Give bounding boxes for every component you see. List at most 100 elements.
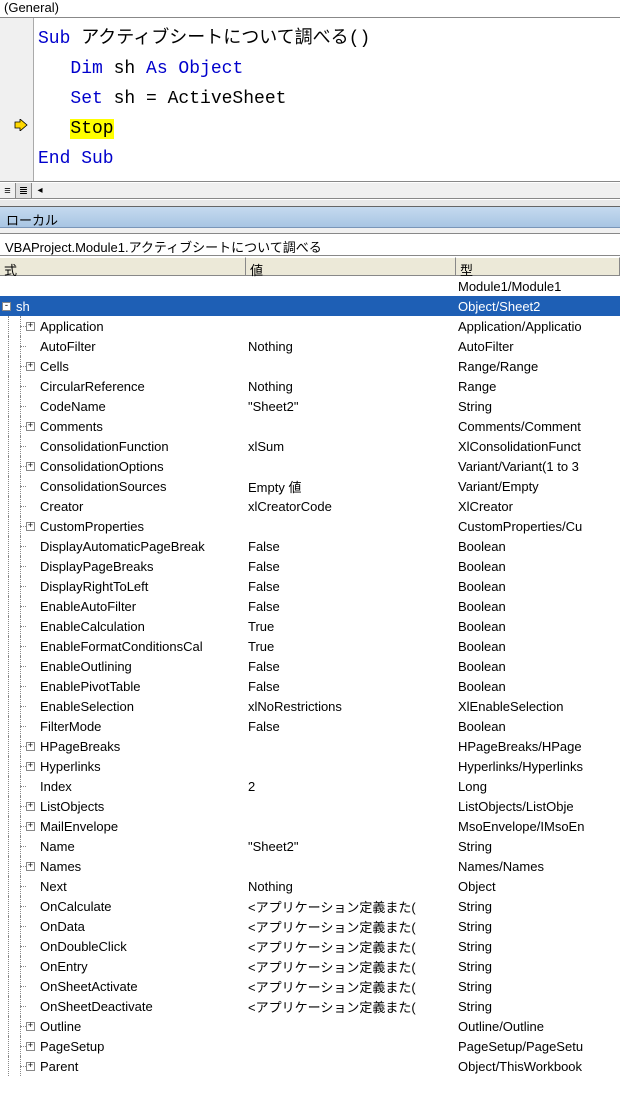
table-row[interactable]: OnData<アプリケーション定義また(String bbox=[0, 916, 620, 936]
table-row[interactable]: OnDoubleClick<アプリケーション定義また(String bbox=[0, 936, 620, 956]
tree-lines bbox=[2, 736, 26, 756]
cell-type: XlCreator bbox=[456, 498, 620, 515]
expand-icon[interactable]: + bbox=[26, 1042, 35, 1051]
cell-value: <アプリケーション定義また( bbox=[246, 936, 456, 957]
cell-value bbox=[246, 865, 456, 867]
cell-type: Boolean bbox=[456, 578, 620, 595]
cell-value bbox=[246, 285, 456, 287]
table-row[interactable]: OnSheetActivate<アプリケーション定義また(String bbox=[0, 976, 620, 996]
cell-expression: OnData bbox=[0, 915, 246, 937]
cell-expression: Name bbox=[0, 835, 246, 857]
table-row[interactable]: DisplayAutomaticPageBreakFalseBoolean bbox=[0, 536, 620, 556]
table-row[interactable]: NextNothingObject bbox=[0, 876, 620, 896]
header-expression[interactable]: 式 bbox=[0, 257, 246, 276]
table-row[interactable]: EnableOutliningFalseBoolean bbox=[0, 656, 620, 676]
tree-lines bbox=[2, 1056, 26, 1076]
property-name: MailEnvelope bbox=[40, 819, 118, 834]
cell-value: xlCreatorCode bbox=[246, 498, 456, 515]
collapse-icon[interactable]: - bbox=[2, 302, 11, 311]
expand-icon[interactable]: + bbox=[26, 742, 35, 751]
table-row[interactable]: Index2Long bbox=[0, 776, 620, 796]
table-row[interactable]: FilterModeFalseBoolean bbox=[0, 716, 620, 736]
cell-value: <アプリケーション定義また( bbox=[246, 916, 456, 937]
table-row[interactable]: CodeName"Sheet2"String bbox=[0, 396, 620, 416]
expand-icon[interactable]: + bbox=[26, 1022, 35, 1031]
table-row[interactable]: DisplayRightToLeftFalseBoolean bbox=[0, 576, 620, 596]
table-row[interactable]: +ParentObject/ThisWorkbook bbox=[0, 1056, 620, 1076]
table-row[interactable]: +ApplicationApplication/Applicatio bbox=[0, 316, 620, 336]
property-name: ConsolidationFunction bbox=[40, 439, 169, 454]
table-row[interactable]: CreatorxlCreatorCodeXlCreator bbox=[0, 496, 620, 516]
expand-icon[interactable]: + bbox=[26, 822, 35, 831]
table-row[interactable]: EnablePivotTableFalseBoolean bbox=[0, 676, 620, 696]
code-editor[interactable]: Sub アクティブシートについて調べる() Dim sh As Object S… bbox=[0, 18, 620, 182]
table-row[interactable]: ConsolidationSourcesEmpty 値Variant/Empty bbox=[0, 476, 620, 496]
cell-value: <アプリケーション定義また( bbox=[246, 896, 456, 917]
table-row[interactable]: DisplayPageBreaksFalseBoolean bbox=[0, 556, 620, 576]
view-toggle-bar: ≡ ≣ ◂ bbox=[0, 182, 620, 199]
property-name: Names bbox=[40, 859, 81, 874]
table-row[interactable]: EnableFormatConditionsCalTrueBoolean bbox=[0, 636, 620, 656]
locals-table-body[interactable]: Module1/Module1 - sh Object/Sheet2 + Appl… bbox=[0, 276, 620, 1076]
table-row[interactable]: +HyperlinksHyperlinks/Hyperlinks bbox=[0, 756, 620, 776]
tree-lines bbox=[2, 676, 26, 696]
expand-icon[interactable]: + bbox=[26, 862, 35, 871]
tree-lines bbox=[2, 456, 26, 476]
table-row[interactable]: +MailEnvelopeMsoEnvelope/IMsoEn bbox=[0, 816, 620, 836]
full-module-view-button[interactable]: ≡ bbox=[0, 183, 16, 198]
cell-type: CustomProperties/Cu bbox=[456, 518, 620, 535]
table-row[interactable]: EnableSelectionxlNoRestrictionsXlEnableS… bbox=[0, 696, 620, 716]
object-dropdown[interactable]: (General) bbox=[1, 0, 62, 17]
cell-type: Range bbox=[456, 378, 620, 395]
cell-expression: CodeName bbox=[0, 395, 246, 417]
expand-icon[interactable]: + bbox=[26, 422, 35, 431]
table-row[interactable]: OnCalculate<アプリケーション定義また(String bbox=[0, 896, 620, 916]
table-row[interactable]: +ConsolidationOptionsVariant/Variant(1 t… bbox=[0, 456, 620, 476]
cell-value: xlNoRestrictions bbox=[246, 698, 456, 715]
cell-expression: Next bbox=[0, 875, 246, 897]
table-row[interactable]: +NamesNames/Names bbox=[0, 856, 620, 876]
expand-icon[interactable]: + bbox=[26, 522, 35, 531]
tree-lines bbox=[2, 556, 26, 576]
cell-value: Nothing bbox=[246, 878, 456, 895]
table-row[interactable]: +PageSetupPageSetup/PageSetu bbox=[0, 1036, 620, 1056]
table-row[interactable]: +CustomPropertiesCustomProperties/Cu bbox=[0, 516, 620, 536]
expand-icon[interactable]: + bbox=[26, 802, 35, 811]
expand-icon[interactable]: + bbox=[26, 1062, 35, 1071]
scroll-left-arrow[interactable]: ◂ bbox=[32, 183, 48, 198]
table-row[interactable]: Name"Sheet2"String bbox=[0, 836, 620, 856]
table-row[interactable]: +OutlineOutline/Outline bbox=[0, 1016, 620, 1036]
table-row[interactable]: +CommentsComments/Comment bbox=[0, 416, 620, 436]
table-row[interactable]: +ListObjectsListObjects/ListObje bbox=[0, 796, 620, 816]
cell-type: String bbox=[456, 998, 620, 1015]
keyword-stop: Stop bbox=[70, 119, 113, 139]
table-row[interactable]: AutoFilterNothingAutoFilter bbox=[0, 336, 620, 356]
table-row-selected[interactable]: - sh Object/Sheet2 bbox=[0, 296, 620, 316]
table-row[interactable]: Module1/Module1 bbox=[0, 276, 620, 296]
property-name: Cells bbox=[40, 359, 69, 374]
table-row[interactable]: OnEntry<アプリケーション定義また(String bbox=[0, 956, 620, 976]
table-row[interactable]: OnSheetDeactivate<アプリケーション定義また(String bbox=[0, 996, 620, 1016]
table-row[interactable]: CircularReferenceNothingRange bbox=[0, 376, 620, 396]
table-row[interactable]: ConsolidationFunctionxlSumXlConsolidatio… bbox=[0, 436, 620, 456]
header-value[interactable]: 値 bbox=[246, 257, 456, 276]
expand-icon[interactable]: + bbox=[26, 322, 35, 331]
table-row[interactable]: +HPageBreaksHPageBreaks/HPage bbox=[0, 736, 620, 756]
cell-value: False bbox=[246, 558, 456, 575]
table-row[interactable]: +CellsRange/Range bbox=[0, 356, 620, 376]
cell-expression: AutoFilter bbox=[0, 335, 246, 357]
property-name: Application bbox=[40, 319, 104, 334]
locals-table-header: 式 値 型 bbox=[0, 256, 620, 276]
cell-value: xlSum bbox=[246, 438, 456, 455]
procedure-view-button[interactable]: ≣ bbox=[16, 183, 32, 198]
code-text[interactable]: Sub アクティブシートについて調べる() Dim sh As Object S… bbox=[34, 18, 620, 181]
header-type[interactable]: 型 bbox=[456, 257, 620, 276]
expand-icon[interactable]: + bbox=[26, 762, 35, 771]
table-row[interactable]: EnableCalculationTrueBoolean bbox=[0, 616, 620, 636]
expand-icon[interactable]: + bbox=[26, 362, 35, 371]
splitter[interactable] bbox=[0, 199, 620, 207]
table-row[interactable]: EnableAutoFilterFalseBoolean bbox=[0, 596, 620, 616]
property-name: EnableOutlining bbox=[40, 659, 132, 674]
expand-icon[interactable]: + bbox=[26, 462, 35, 471]
cell-type: Boolean bbox=[456, 658, 620, 675]
